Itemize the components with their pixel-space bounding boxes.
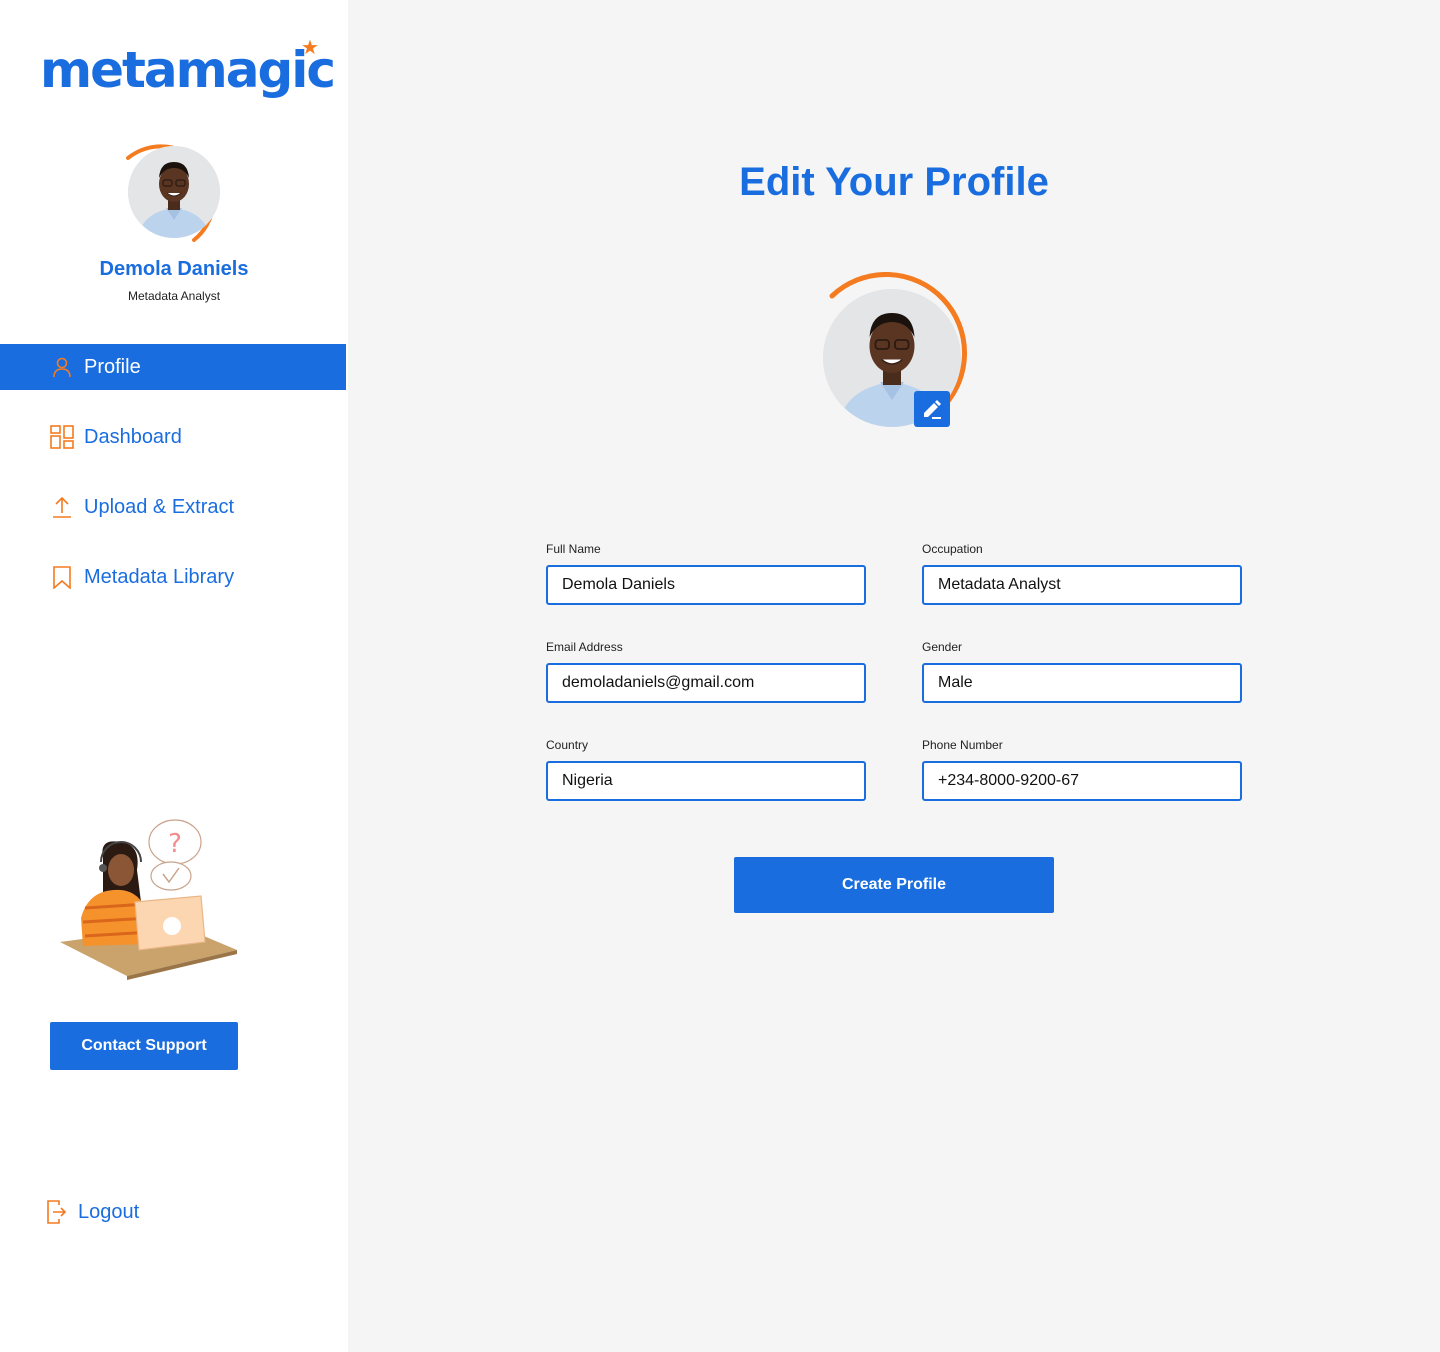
country-field[interactable] — [546, 761, 866, 801]
sidebar: metamagic ★ Demola Daniels Metadata Anal… — [0, 0, 348, 1352]
country-label: Country — [546, 738, 589, 752]
sidebar-avatar — [118, 134, 234, 246]
sidebar-item-dashboard[interactable]: Dashboard — [0, 414, 346, 460]
occupation-label: Occupation — [922, 542, 983, 556]
grid-icon — [50, 425, 74, 449]
occupation-field[interactable] — [922, 565, 1242, 605]
sidebar-item-label: Metadata Library — [84, 565, 235, 588]
email-label: Email Address — [546, 640, 623, 654]
sidebar-item-upload-extract[interactable]: Upload & Extract — [0, 484, 346, 530]
edit-photo-button[interactable] — [914, 391, 950, 427]
pencil-icon — [924, 400, 941, 419]
star-icon: ★ — [301, 37, 319, 59]
logout-label: Logout — [78, 1200, 140, 1223]
phone-label: Phone Number — [922, 738, 1003, 752]
full-name-field[interactable] — [546, 565, 866, 605]
full-name-label: Full Name — [546, 542, 601, 556]
sidebar-item-label: Profile — [84, 355, 141, 378]
create-profile-button[interactable]: Create Profile — [734, 857, 1054, 913]
logout-icon — [47, 1200, 67, 1224]
sidebar-user-name: Demola Daniels — [99, 258, 249, 280]
logout-button[interactable]: Logout — [46, 1196, 139, 1228]
sidebar-user-role: Metadata Analyst — [127, 289, 221, 303]
sidebar-item-label: Dashboard — [84, 425, 182, 448]
support-agent-illustration: ? — [60, 819, 237, 980]
gender-label: Gender — [922, 640, 963, 654]
user-icon — [53, 357, 71, 378]
svg-text:?: ? — [168, 829, 182, 859]
sidebar-item-profile[interactable]: Profile — [0, 344, 346, 390]
sidebar-item-metadata-library[interactable]: Metadata Library — [0, 554, 346, 600]
phone-field[interactable] — [922, 761, 1242, 801]
avatar-photo — [128, 146, 220, 238]
sidebar-item-label: Upload & Extract — [84, 495, 235, 518]
page-title: Edit Your Profile — [739, 160, 1049, 204]
profile-avatar — [810, 272, 980, 432]
bookmark-icon — [53, 566, 71, 589]
logo-text: metamagic — [40, 41, 336, 99]
contact-support-button[interactable]: Contact Support — [50, 1022, 238, 1070]
upload-icon — [53, 496, 71, 518]
gender-field[interactable] — [922, 663, 1242, 703]
email-field[interactable] — [546, 663, 866, 703]
metamagic-logo[interactable]: metamagic ★ — [40, 38, 336, 100]
